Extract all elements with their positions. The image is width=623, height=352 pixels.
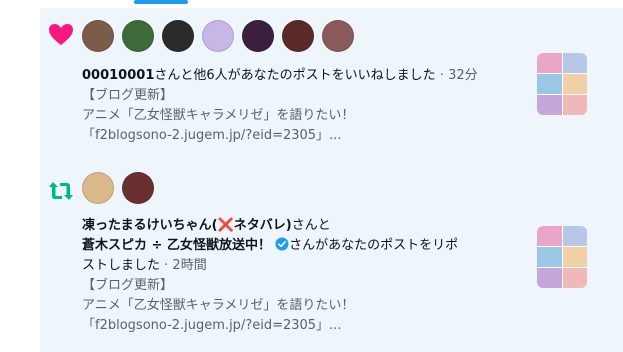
avatar[interactable]: [162, 20, 194, 52]
cross-mark-icon: ❌: [217, 218, 234, 233]
like-notification-text: 00010001さんと他6人があなたのポストをいいねしました · 32分 【ブロ…: [82, 66, 514, 146]
reposter-avatars: [82, 172, 154, 204]
actor-name[interactable]: 00010001: [82, 68, 154, 83]
heart-icon: [46, 20, 76, 50]
repost-notification-text: 凍ったまるけいちゃん(❌ネタバレ)さんと 蒼木スピカ ÷ 乙女怪獣放送中！ さん…: [82, 216, 514, 336]
avatar[interactable]: [202, 20, 234, 52]
avatar[interactable]: [82, 20, 114, 52]
timestamp[interactable]: 2時間: [172, 258, 206, 273]
avatar[interactable]: [282, 20, 314, 52]
action-text: さんと他6人があなたのポストをいいねしました: [154, 68, 436, 83]
avatar[interactable]: [122, 20, 154, 52]
post-line: アニメ「乙女怪獣キャラメリゼ」を語りたい！: [82, 108, 355, 123]
avatar[interactable]: [322, 20, 354, 52]
post-line: 【ブログ更新】: [82, 278, 174, 293]
action-text: ストしました: [82, 258, 161, 273]
avatar[interactable]: [122, 172, 154, 204]
connector-text: さんと: [291, 218, 331, 233]
post-thumbnail[interactable]: [537, 226, 587, 288]
post-thumbnail[interactable]: [537, 53, 587, 115]
verified-badge-icon: [275, 237, 289, 251]
post-line: 「f2blogsono-2.jugem.jp/?eid=2305」...: [82, 318, 342, 333]
avatar[interactable]: [242, 20, 274, 52]
action-text: さんがあなたのポストをリポ: [289, 238, 459, 253]
post-line: 【ブログ更新】: [82, 88, 174, 103]
like-notification[interactable]: 00010001さんと他6人があなたのポストをいいねしました · 32分 【ブロ…: [40, 8, 623, 172]
actor-name[interactable]: 蒼木スピカ ÷ 乙女怪獣放送中！: [82, 238, 271, 253]
repost-notification[interactable]: 凍ったまるけいちゃん(❌ネタバレ)さんと 蒼木スピカ ÷ 乙女怪獣放送中！ さん…: [40, 172, 623, 352]
avatar[interactable]: [82, 172, 114, 204]
liker-avatars: [82, 20, 354, 52]
repost-icon: [46, 176, 76, 206]
post-line: アニメ「乙女怪獣キャラメリゼ」を語りたい！: [82, 298, 355, 313]
active-tab-indicator: [134, 0, 188, 4]
actor-name[interactable]: 凍ったまるけいちゃん(❌ネタバレ): [82, 218, 292, 233]
post-line: 「f2blogsono-2.jugem.jp/?eid=2305」...: [82, 128, 342, 143]
timestamp[interactable]: 32分: [448, 68, 478, 83]
